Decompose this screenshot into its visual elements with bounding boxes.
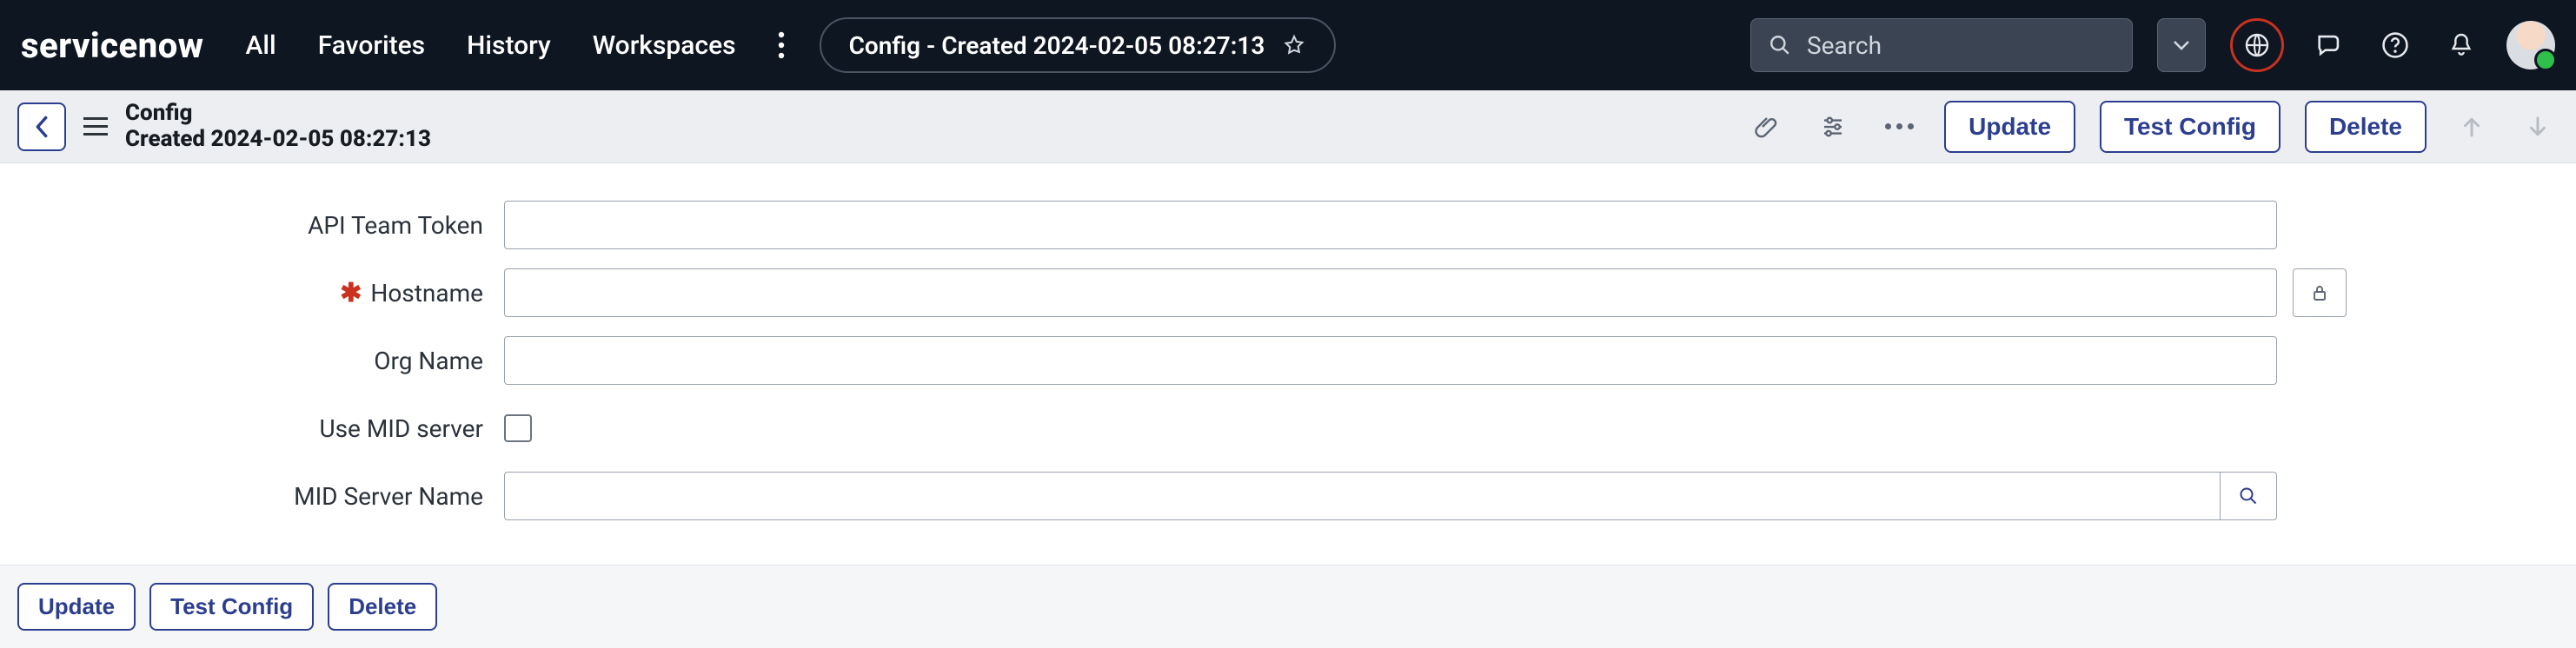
lookup-mid-name-button[interactable] (2220, 472, 2277, 520)
nav-history[interactable]: History (467, 30, 551, 61)
breadcrumb-label: Config - Created 2024-02-05 08:27:13 (849, 31, 1265, 60)
footer-test-config-button[interactable]: Test Config (149, 583, 314, 631)
search-icon (1769, 34, 1791, 56)
row-hostname: ✱ Hostname (17, 259, 2559, 327)
record-title-sub: Created 2024-02-05 08:27:13 (125, 127, 431, 153)
footer-update-button[interactable]: Update (17, 583, 136, 631)
footer-delete-button[interactable]: Delete (328, 583, 437, 631)
globe-icon (2243, 31, 2271, 59)
user-avatar[interactable] (2506, 21, 2555, 69)
chat-icon (2314, 30, 2344, 60)
prev-record-button[interactable] (2451, 106, 2493, 148)
attachments-button[interactable] (1746, 106, 1788, 148)
row-mid-name: MID Server Name (17, 462, 2559, 530)
form: API Team Token ✱ Hostname Org Name Use M… (0, 163, 2576, 565)
logo[interactable]: servicenow (21, 25, 204, 66)
global-nav: servicenow All Favorites History Workspa… (0, 0, 2576, 90)
nav-workspaces[interactable]: Workspaces (593, 30, 736, 61)
arrow-down-icon (2525, 114, 2551, 140)
test-config-button[interactable]: Test Config (2100, 101, 2281, 153)
record-title-main: Config (125, 101, 431, 127)
logo-text: servicenow (21, 25, 204, 66)
label-org-name: Org Name (17, 347, 504, 375)
help-icon (2380, 30, 2410, 60)
nav-all[interactable]: All (246, 30, 276, 61)
row-org-name: Org Name (17, 327, 2559, 394)
input-org-name[interactable] (504, 336, 2277, 385)
lock-icon (2309, 281, 2330, 305)
ellipsis-icon (1885, 123, 1914, 129)
search-icon (2238, 486, 2259, 506)
nav-favorites[interactable]: Favorites (318, 30, 425, 61)
record-header: Config Created 2024-02-05 08:27:13 Updat… (0, 90, 2576, 163)
search-scope-dropdown[interactable] (2157, 18, 2206, 72)
record-title: Config Created 2024-02-05 08:27:13 (125, 101, 431, 153)
checkbox-use-mid[interactable] (504, 414, 532, 442)
update-button[interactable]: Update (1944, 101, 2075, 153)
breadcrumb-tab[interactable]: Config - Created 2024-02-05 08:27:13 (820, 17, 1337, 73)
nav-right: Search (1750, 18, 2555, 72)
personalize-form-button[interactable] (1812, 106, 1854, 148)
sliders-icon (1819, 114, 1847, 140)
more-actions-button[interactable] (1878, 106, 1920, 148)
arrow-up-icon (2459, 114, 2485, 140)
label-hostname: ✱ Hostname (17, 278, 504, 308)
form-footer: Update Test Config Delete (0, 565, 2576, 648)
chat-button[interactable] (2308, 24, 2350, 66)
row-api-token: API Team Token (17, 191, 2559, 259)
form-menu-button[interactable] (83, 117, 108, 136)
kebab-icon (778, 31, 785, 59)
label-mid-name: MID Server Name (17, 482, 504, 511)
notifications-button[interactable] (2440, 24, 2482, 66)
label-use-mid: Use MID server (17, 414, 504, 443)
bell-icon (2447, 30, 2475, 60)
input-api-token[interactable] (504, 201, 2277, 249)
nav-links: All Favorites History Workspaces (246, 30, 736, 61)
chevron-left-icon (32, 115, 51, 139)
label-api-token: API Team Token (17, 211, 504, 240)
next-record-button[interactable] (2517, 106, 2559, 148)
nav-more-menu[interactable] (778, 31, 785, 59)
paperclip-icon (1754, 112, 1780, 142)
caret-down-icon (2173, 39, 2190, 51)
search-placeholder: Search (1807, 31, 1882, 60)
global-search[interactable]: Search (1750, 18, 2133, 72)
lookup-mid-name (504, 472, 2277, 520)
delete-button[interactable]: Delete (2305, 101, 2427, 153)
lock-field-button[interactable] (2293, 268, 2347, 317)
back-button[interactable] (17, 102, 66, 151)
scope-indicator[interactable] (2230, 18, 2284, 72)
required-icon: ✱ (340, 278, 362, 308)
star-outline-icon[interactable] (1282, 33, 1306, 57)
help-button[interactable] (2374, 24, 2416, 66)
row-use-mid: Use MID server (17, 394, 2559, 462)
input-hostname[interactable] (504, 268, 2277, 317)
record-header-actions: Update Test Config Delete (1746, 101, 2559, 153)
input-mid-name[interactable] (504, 472, 2220, 520)
